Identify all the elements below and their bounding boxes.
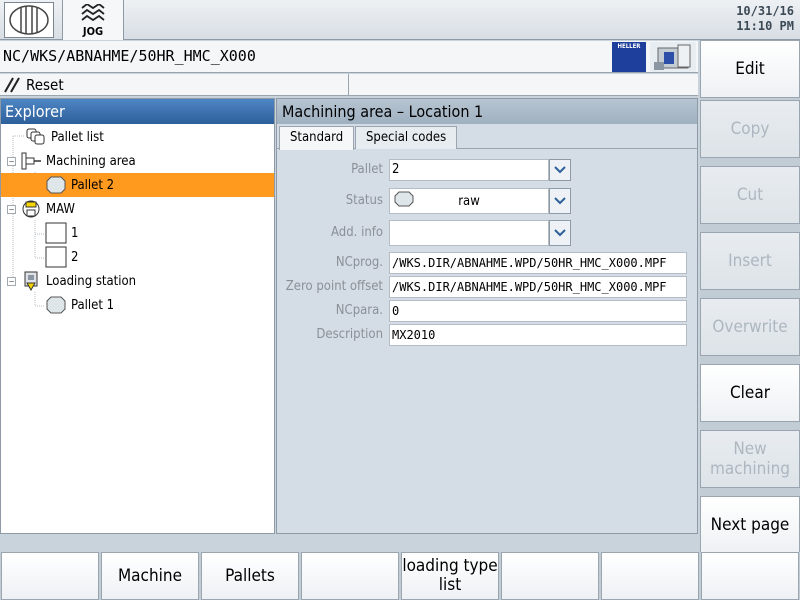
- tree-item-pallet-2[interactable]: Pallet 2: [1, 173, 274, 197]
- divider: [348, 74, 349, 96]
- softkey-h4[interactable]: [301, 552, 399, 600]
- pallet-icon: [45, 175, 67, 195]
- tree-item-label: 2: [71, 249, 79, 265]
- operating-mode: JOG: [62, 0, 124, 40]
- chevron-down-icon: [554, 166, 566, 174]
- insert-button[interactable]: Insert: [700, 232, 800, 290]
- channel-state-bar: Reset: [0, 74, 698, 96]
- softkey-h8[interactable]: [701, 552, 799, 600]
- explorer-title: Explorer: [1, 99, 274, 124]
- add-info-dropdown-button[interactable]: [549, 220, 571, 246]
- next-page-button[interactable]: Next page: [700, 496, 800, 554]
- zero-offset-label: Zero point offset: [285, 279, 383, 294]
- machining-area-icon: [20, 151, 42, 171]
- tree-item-label: Pallet list: [51, 129, 104, 145]
- program-path: NC/WKS/ABNAHME/50HR_HMC_X000: [3, 47, 256, 65]
- pallet-list-icon: [25, 127, 47, 147]
- ncpara-row: NCpara. 0: [277, 300, 697, 322]
- reset-label: Reset: [26, 76, 64, 94]
- date-time: 10/31/16 11:10 PM: [736, 4, 794, 34]
- jog-mode-icon: [81, 3, 105, 21]
- tree-item-label: Loading station: [46, 273, 137, 289]
- explorer-panel: Explorer Pallet list − Machining area Pa…: [0, 98, 275, 534]
- pallet-select[interactable]: 2: [389, 159, 549, 181]
- description-row: Description MX2010: [277, 324, 697, 346]
- tree-item-maw-1[interactable]: 1: [45, 221, 78, 245]
- pallet-label: Pallet: [351, 162, 383, 177]
- status-dropdown-button[interactable]: [549, 188, 571, 214]
- new-machining-button[interactable]: New machining: [700, 430, 800, 488]
- vertical-softkey-bar: Edit Copy Cut Insert Overwrite Clear New…: [700, 40, 800, 554]
- empty-slot-icon: [45, 222, 67, 244]
- ncprog-label: NCprog.: [335, 255, 383, 270]
- tab-bar: Standard Special codes: [277, 124, 697, 150]
- mode-label: JOG: [82, 24, 104, 38]
- tree-item-label: Machining area: [46, 153, 136, 169]
- softkey-h7[interactable]: [601, 552, 699, 600]
- status-value: raw: [458, 194, 480, 209]
- loading-type-list-button[interactable]: loading type list: [401, 552, 499, 600]
- pallets-button[interactable]: Pallets: [201, 552, 299, 600]
- tab-special-codes[interactable]: Special codes: [355, 126, 458, 149]
- machine-status-icon[interactable]: [4, 2, 54, 38]
- softkey-h6[interactable]: [501, 552, 599, 600]
- overwrite-button[interactable]: Overwrite: [700, 298, 800, 356]
- status-bar: JOG 10/31/16 11:10 PM: [0, 0, 800, 40]
- status-select[interactable]: raw: [389, 188, 549, 214]
- add-info-row: Add. info: [277, 220, 697, 246]
- cut-button[interactable]: Cut: [700, 166, 800, 224]
- empty-slot-icon: [45, 246, 67, 268]
- tree-item-label: MAW: [46, 201, 75, 217]
- detail-title: Machining area – Location 1: [277, 99, 697, 124]
- tab-standard[interactable]: Standard: [279, 126, 355, 150]
- horizontal-softkey-bar: Machine Pallets loading type list: [0, 552, 800, 600]
- edit-button[interactable]: Edit: [700, 40, 800, 98]
- description-field[interactable]: MX2010: [389, 324, 687, 346]
- ncpara-field[interactable]: 0: [389, 300, 687, 322]
- tree-item-pallet-list[interactable]: Pallet list: [25, 125, 104, 149]
- chevron-down-icon: [554, 197, 566, 205]
- zero-offset-row: Zero point offset /WKS.DIR/ABNAHME.WPD/5…: [277, 276, 697, 298]
- tree-item-pallet-1[interactable]: Pallet 1: [45, 293, 114, 317]
- tree-item-label: Pallet 2: [71, 177, 115, 193]
- heller-logo-text: HELLER: [617, 43, 641, 50]
- tree-item-machining-area[interactable]: − Machining area: [7, 149, 136, 173]
- date-label: 10/31/16: [736, 4, 794, 18]
- pallet-icon: [45, 295, 67, 315]
- maw-icon: [20, 199, 42, 219]
- softkey-h1[interactable]: [1, 552, 99, 600]
- detail-panel: Machining area – Location 1 Standard Spe…: [276, 98, 698, 534]
- raw-status-icon: [394, 191, 414, 207]
- ncprog-field[interactable]: /WKS.DIR/ABNAHME.WPD/50HR_HMC_X000.MPF: [389, 252, 687, 274]
- ncprog-row: NCprog. /WKS.DIR/ABNAHME.WPD/50HR_HMC_X0…: [277, 252, 697, 274]
- machine-button[interactable]: Machine: [101, 552, 199, 600]
- pallet-row: Pallet 2: [277, 159, 697, 181]
- add-info-label: Add. info: [331, 225, 383, 240]
- loading-station-icon: [20, 271, 42, 291]
- collapse-icon[interactable]: −: [7, 276, 16, 286]
- reset-icon: [4, 77, 20, 93]
- pallet-dropdown-button[interactable]: [549, 159, 571, 181]
- status-label: Status: [345, 193, 383, 208]
- time-label: 11:10 PM: [736, 19, 794, 33]
- add-info-select[interactable]: [389, 220, 549, 246]
- chevron-down-icon: [554, 229, 566, 237]
- status-row: Status raw: [277, 188, 697, 214]
- copy-button[interactable]: Copy: [700, 100, 800, 158]
- tree-item-label: 1: [71, 225, 79, 241]
- heller-logo: HELLER: [612, 42, 646, 72]
- tree-item-maw[interactable]: − MAW: [7, 197, 75, 221]
- zero-offset-field[interactable]: /WKS.DIR/ABNAHME.WPD/50HR_HMC_X000.MPF: [389, 276, 687, 298]
- tree-item-loading-station[interactable]: − Loading station: [7, 269, 136, 293]
- collapse-icon[interactable]: −: [7, 156, 16, 166]
- ncpara-label: NCpara.: [335, 303, 383, 318]
- softkey-separator: [0, 535, 700, 550]
- tree-item-label: Pallet 1: [71, 297, 115, 313]
- tree-item-maw-2[interactable]: 2: [45, 245, 78, 269]
- clear-button[interactable]: Clear: [700, 364, 800, 422]
- machine-logo-icon: [650, 42, 696, 72]
- collapse-icon[interactable]: −: [7, 204, 16, 214]
- program-path-bar: NC/WKS/ABNAHME/50HR_HMC_X000 HELLER: [0, 41, 698, 73]
- description-label: Description: [316, 327, 383, 342]
